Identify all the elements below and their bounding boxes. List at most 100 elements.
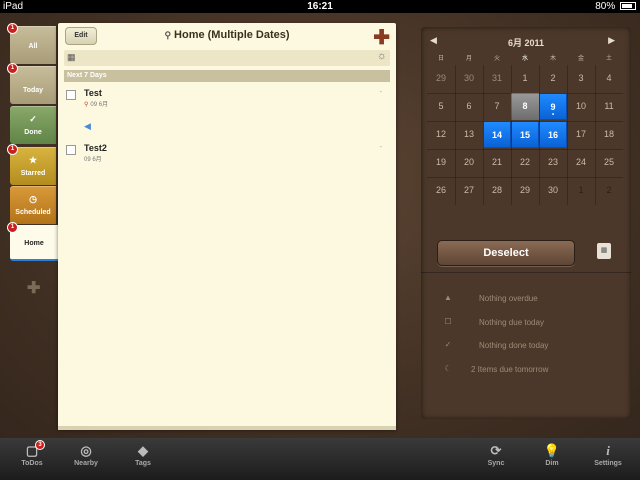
next-month-arrow-icon[interactable]: ▶ <box>608 35 615 46</box>
calendar-day[interactable]: 18 <box>595 121 623 148</box>
divider <box>421 272 631 273</box>
calendar-day[interactable]: 13 <box>455 121 483 148</box>
tab-scheduled[interactable]: ◷ Scheduled <box>10 186 56 224</box>
tab-today[interactable]: 1 Today <box>7 63 56 104</box>
calendar-gridline <box>595 65 596 205</box>
calendar-day[interactable]: 8 <box>511 93 539 120</box>
calendar-icon[interactable]: ▦ <box>67 52 76 63</box>
calendar-share-icon[interactable]: ▦ <box>597 243 611 259</box>
calendar-day[interactable]: 22 <box>511 149 539 176</box>
tab-today-label: Today <box>22 87 44 94</box>
calendar-day[interactable]: 28 <box>483 177 511 204</box>
tab-done[interactable]: ✓ Done <box>10 106 56 144</box>
calendar-day[interactable]: 3 <box>567 65 595 92</box>
todo-due: 09 6月 <box>84 157 102 163</box>
clock-icon: ◷ <box>29 194 37 204</box>
calendar-day[interactable]: 20 <box>455 149 483 176</box>
calendar-day[interactable]: 1 <box>567 177 595 204</box>
tab-home-label: Home <box>24 240 44 247</box>
dim-button[interactable]: 💡 Dim <box>530 442 574 467</box>
calendar-day[interactable]: 17 <box>567 121 595 148</box>
weekday-label: 土 <box>605 56 612 62</box>
tab-starred[interactable]: 1 ★ Starred <box>7 144 56 185</box>
sync-icon: ⟳ <box>490 443 502 458</box>
calendar-day[interactable]: 5 <box>427 93 455 120</box>
todo-name: Test <box>84 88 102 98</box>
tab-starred-badge: 1 <box>7 144 18 155</box>
calendar-day[interactable]: 25 <box>595 149 623 176</box>
checkmark-icon: ✓ <box>444 340 452 349</box>
warning-icon: ▲ <box>444 293 452 302</box>
tab-nearby-label: Nearby <box>74 460 98 467</box>
calendar-day[interactable]: 6 <box>455 93 483 120</box>
star-icon: ★ <box>28 155 38 165</box>
calendar-day[interactable]: 24 <box>567 149 595 176</box>
todo-item[interactable]: Test ⚲ 09 6月 - <box>66 88 386 122</box>
calendar-day[interactable]: 4 <box>595 65 623 92</box>
add-todo-button[interactable]: ✚ <box>373 25 390 50</box>
calendar-day[interactable]: 29 <box>511 177 539 204</box>
settings-button[interactable]: i Settings <box>586 442 630 467</box>
calendar-day[interactable]: 30 <box>539 177 567 204</box>
battery-icon <box>620 2 636 10</box>
deselect-button[interactable]: Deselect <box>437 240 575 266</box>
tab-home[interactable]: 1 Home <box>7 222 58 261</box>
calendar-day[interactable]: 2 <box>539 65 567 92</box>
todo-name: Test2 <box>84 143 107 153</box>
weekday-label: 水 <box>521 56 528 62</box>
tab-all-label: All <box>28 43 38 50</box>
sync-button[interactable]: ⟳ Sync <box>474 442 518 467</box>
calendar-day[interactable]: 27 <box>455 177 483 204</box>
calendar-day[interactable]: 16 <box>539 121 567 148</box>
tab-starred-label: Starred <box>20 170 46 177</box>
tab-all[interactable]: 1 All <box>7 23 56 64</box>
lightbulb-icon: 💡 <box>543 443 561 458</box>
speaker-icon[interactable]: ◀ <box>84 121 91 132</box>
calendar-day[interactable]: 23 <box>539 149 567 176</box>
calendar-gridline <box>567 65 568 205</box>
todos-icon: ▢ <box>25 443 39 458</box>
calendar-day[interactable]: 15 <box>511 121 539 148</box>
todo-checkbox[interactable] <box>66 145 76 155</box>
search-icon: ⚲ <box>164 30 172 40</box>
sun-icon[interactable]: ☼ <box>377 50 387 62</box>
calendar-day[interactable]: 2 <box>595 177 623 204</box>
calendar-day[interactable]: 29 <box>427 65 455 92</box>
calendar-day[interactable]: 21 <box>483 149 511 176</box>
dim-label: Dim <box>545 460 559 467</box>
settings-label: Settings <box>594 460 622 467</box>
calendar-day[interactable]: 14 <box>483 121 511 148</box>
tab-todos[interactable]: ▢ 3 ToDos <box>10 440 54 467</box>
summary-due-tomorrow: ☾ 2 Items due tomorrow <box>421 364 631 378</box>
calendar-day[interactable]: 19 <box>427 149 455 176</box>
calendar-day[interactable]: 31 <box>483 65 511 92</box>
clock: 16:21 <box>307 1 333 12</box>
calendar-gridline <box>427 177 623 178</box>
calendar-day[interactable]: 26 <box>427 177 455 204</box>
summary-text: Nothing due today <box>479 318 544 327</box>
todos-badge: 3 <box>35 440 45 450</box>
todo-item[interactable]: Test2 09 6月 - <box>66 143 386 177</box>
weekday-label: 金 <box>577 56 584 62</box>
calendar-day[interactable]: 30 <box>455 65 483 92</box>
checkmark-icon: ✓ <box>29 114 37 124</box>
calendar-gridline <box>427 149 623 150</box>
calendar-day[interactable]: 12 <box>427 121 455 148</box>
list-title-text: Home (Multiple Dates) <box>174 29 290 41</box>
tab-tags[interactable]: ◆ Tags <box>121 442 165 467</box>
calendar-day[interactable]: 1 <box>511 65 539 92</box>
pin-icon: ⚲ <box>84 102 89 108</box>
add-list-icon[interactable]: ✚ <box>27 278 40 298</box>
todo-due-text: 09 6月 <box>90 102 109 108</box>
weekday-label: 月 <box>465 56 472 62</box>
compass-icon: ◎ <box>80 443 92 458</box>
calendar-day[interactable]: 7 <box>483 93 511 120</box>
calendar-gridline <box>511 65 512 205</box>
battery-percent: 80% <box>595 1 616 12</box>
calendar-day[interactable]: 9 <box>539 93 567 129</box>
todo-checkbox[interactable] <box>66 90 76 100</box>
calendar-gridline <box>427 93 623 94</box>
calendar-day[interactable]: 11 <box>595 93 623 120</box>
calendar-day[interactable]: 10 <box>567 93 595 120</box>
tab-nearby[interactable]: ◎ Nearby <box>64 442 108 467</box>
